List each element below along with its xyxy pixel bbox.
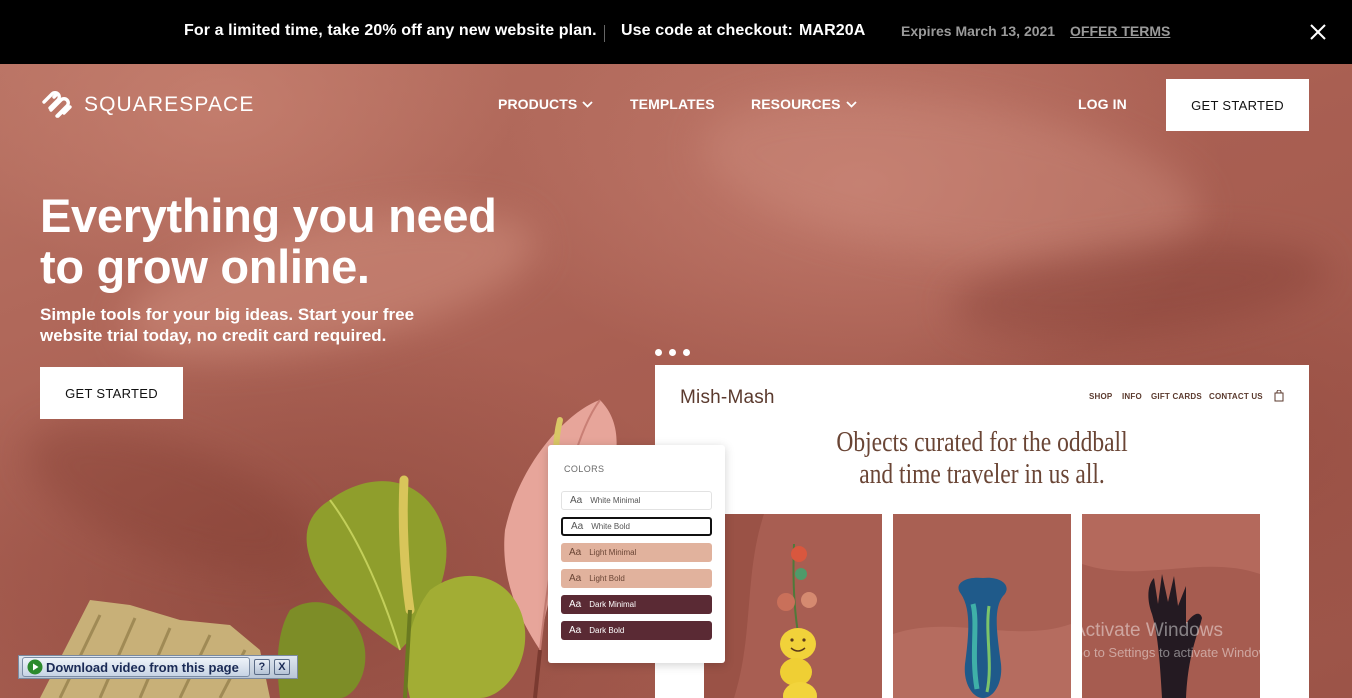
squarespace-logo[interactable]: SQUARESPACE [40,89,254,121]
color-option-aa: Aa [571,521,584,532]
product-photo-smiley-vase[interactable] [704,514,882,698]
promo-code-label: Use code at checkout: [621,22,793,39]
activate-windows-title: Activate Windows [1073,620,1223,641]
download-video-button[interactable]: Download video from this page [22,657,250,677]
download-help-button[interactable]: ? [253,659,270,675]
color-option-aa: Aa [569,599,582,610]
color-option-label: White Bold [591,522,630,531]
hero-title-line-1: Everything you need [40,189,497,242]
login-label: LOG IN [1078,96,1127,112]
hero-subtitle: Simple tools for your big ideas. Start y… [40,304,414,346]
preview-nav-shop[interactable]: SHOP [1089,392,1112,401]
nav-templates[interactable]: TEMPLATES [630,96,715,112]
color-option-label: Dark Bold [589,626,625,635]
color-option-label: Dark Minimal [589,600,636,609]
product-photo-hand-sculpture[interactable] [1082,514,1260,698]
color-option-aa: Aa [569,573,582,584]
hero-title-line-2: to grow online. [40,240,370,293]
chevron-down-icon [845,100,857,108]
squarespace-logo-icon [42,91,72,118]
preview-headline-line-2: and time traveler in us all. [859,459,1105,490]
download-close-button[interactable]: X [273,659,290,675]
color-option-label: Light Minimal [589,548,637,557]
promo-offer-text: For a limited time, take 20% off any new… [184,22,597,39]
play-icon [27,659,43,675]
color-option[interactable]: Aa Dark Minimal [561,595,712,614]
color-option-label: Light Bold [589,574,625,583]
nav-resources[interactable]: RESOURCES [751,96,857,112]
nav-products[interactable]: PRODUCTS [498,96,593,112]
preview-logo: Mish-Mash [680,387,775,408]
color-option-label: White Minimal [590,496,641,505]
hero-title: Everything you need to grow online. [40,190,497,292]
preview-headline: Objects curated for the oddball and time… [808,427,1156,491]
color-option-aa: Aa [569,625,582,636]
nav-resources-label: RESOURCES [751,96,841,112]
color-option-aa: Aa [570,495,583,506]
color-option[interactable]: Aa Light Bold [561,569,712,588]
chevron-down-icon [582,100,593,108]
logo-text: SQUARESPACE [84,93,255,116]
color-option[interactable]: Aa White Bold [561,517,712,536]
hero-subtitle-line-1: Simple tools for your big ideas. Start y… [40,305,415,324]
color-option[interactable]: Aa Dark Bold [561,621,712,640]
shopping-bag-icon[interactable] [1274,390,1284,402]
colors-panel: COLORS Aa White Minimal Aa White Bold Aa Ligh… [548,445,725,663]
promo-bar: For a limited time, take 20% off any new… [0,0,1352,64]
close-icon[interactable] [1306,20,1330,44]
carousel-dot-1[interactable] [655,349,662,356]
login-link[interactable]: LOG IN [1078,96,1127,112]
hero-subtitle-line-2: website trial today, no credit card requ… [40,326,387,345]
download-video-toolbar: Download video from this page ? X [18,655,298,679]
promo-code: MAR20A [799,22,866,39]
preview-headline-line-1: Objects curated for the oddball [836,427,1128,458]
preview-nav-contact-us[interactable]: CONTACT US [1209,392,1263,401]
color-option[interactable]: Aa White Minimal [561,491,712,510]
carousel-dot-2[interactable] [669,349,676,356]
color-option-aa: Aa [569,547,582,558]
download-video-label: Download video from this page [46,659,239,675]
preview-nav-gift-cards[interactable]: GIFT CARDS [1151,392,1202,401]
preview-nav-info[interactable]: INFO [1122,392,1142,401]
nav-templates-label: TEMPLATES [630,96,715,112]
activate-windows-subtitle: Go to Settings to activate Windows. [1073,645,1279,660]
color-option[interactable]: Aa Light Minimal [561,543,712,562]
promo-expires: Expires March 13, 2021 [901,23,1056,39]
nav-products-label: PRODUCTS [498,96,578,112]
product-photo-glass-vase[interactable] [893,514,1071,698]
colors-panel-title: COLORS [564,464,605,474]
get-started-header-button[interactable]: GET STARTED [1166,79,1309,131]
carousel-dot-3[interactable] [683,349,690,356]
promo-divider [604,25,605,42]
offer-terms-link[interactable]: OFFER TERMS [1070,23,1170,39]
